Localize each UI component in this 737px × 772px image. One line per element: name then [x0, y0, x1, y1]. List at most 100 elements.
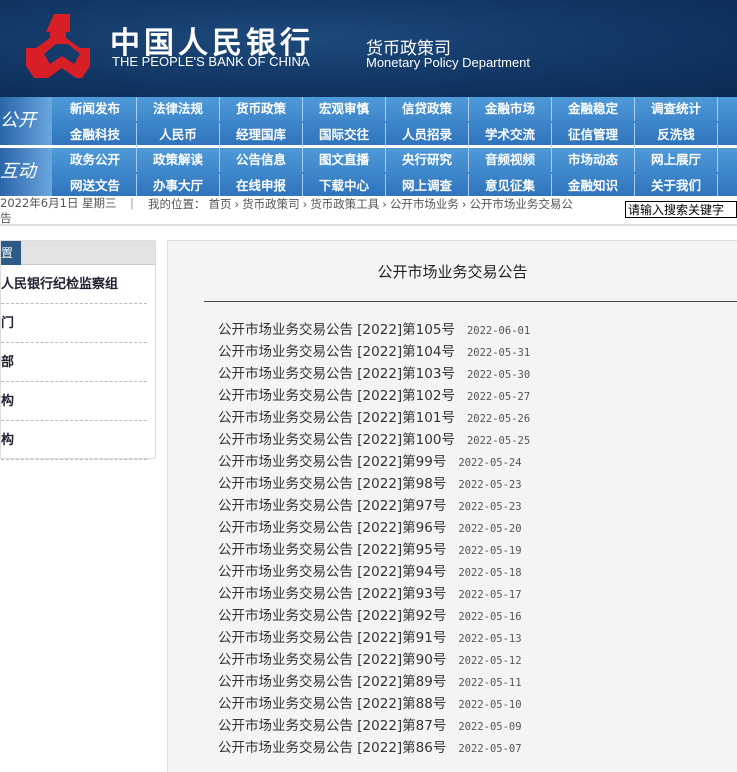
nav-item[interactable]: 金融市场	[469, 97, 552, 121]
announcement-date: 2022-05-23	[458, 501, 522, 513]
nav-item[interactable]: 新闻发布	[54, 97, 137, 121]
list-item[interactable]: 公开市场业务交易公告 [2022]第101号 2022-05-26	[218, 406, 618, 428]
nav-item[interactable]	[718, 174, 737, 198]
nav-item[interactable]: 关于我们	[635, 174, 718, 198]
list-item[interactable]: 公开市场业务交易公告 [2022]第91号 2022-05-13	[218, 626, 618, 648]
announcement-date: 2022-05-11	[458, 677, 522, 689]
nav-item[interactable]	[718, 123, 737, 147]
list-item[interactable]: 公开市场业务交易公告 [2022]第103号 2022-05-30	[218, 362, 618, 384]
nav-item[interactable]: 反洗钱	[635, 123, 718, 147]
nav-item[interactable]: 人民币	[137, 123, 220, 147]
separator: |	[130, 196, 134, 210]
nav-item[interactable]	[718, 148, 737, 172]
nav-item[interactable]: 金融科技	[54, 123, 137, 147]
nav-item[interactable]: 市场动态	[552, 148, 635, 172]
nav-item[interactable]: 货币政策	[220, 97, 303, 121]
list-item[interactable]: 公开市场业务交易公告 [2022]第88号 2022-05-10	[218, 692, 618, 714]
nav-item[interactable]: 法律法规	[137, 97, 220, 121]
nav-item[interactable]: 政务公开	[54, 148, 137, 172]
announcement-date: 2022-05-16	[458, 611, 522, 623]
nav-item[interactable]: 下载中心	[303, 174, 386, 198]
title-divider	[204, 301, 737, 302]
list-item[interactable]: 公开市场业务交易公告 [2022]第102号 2022-05-27	[218, 384, 618, 406]
nav-item[interactable]: 办事大厅	[137, 174, 220, 198]
announcement-link[interactable]: 公开市场业务交易公告 [2022]第100号	[218, 432, 455, 448]
breadcrumb-link[interactable]: 货币政策工具	[310, 197, 379, 211]
announcement-date: 2022-05-30	[466, 369, 531, 381]
announcement-link[interactable]: 公开市场业务交易公告 [2022]第103号	[218, 366, 455, 382]
nav-item[interactable]	[718, 97, 737, 121]
nav-item[interactable]: 央行研究	[386, 148, 469, 172]
announcement-link[interactable]: 公开市场业务交易公告 [2022]第91号	[218, 630, 446, 646]
announcement-link[interactable]: 公开市场业务交易公告 [2022]第92号	[218, 608, 446, 624]
sidebar-item[interactable]: 人民银行纪检监察组	[1, 265, 147, 304]
nav-item[interactable]: 公告信息	[220, 148, 303, 172]
nav-item[interactable]: 国际交往	[303, 123, 386, 147]
nav-item[interactable]: 图文直播	[303, 148, 386, 172]
announcement-link[interactable]: 公开市场业务交易公告 [2022]第93号	[218, 586, 446, 602]
list-item[interactable]: 公开市场业务交易公告 [2022]第89号 2022-05-11	[218, 670, 618, 692]
list-item[interactable]: 公开市场业务交易公告 [2022]第98号 2022-05-23	[218, 472, 618, 494]
nav-item[interactable]: 调查统计	[635, 97, 718, 121]
nav-item[interactable]: 音频视频	[469, 148, 552, 172]
breadcrumb-prefix: 我的位置：	[148, 197, 206, 211]
list-item[interactable]: 公开市场业务交易公告 [2022]第99号 2022-05-24	[218, 450, 618, 472]
announcement-link[interactable]: 公开市场业务交易公告 [2022]第97号	[218, 498, 446, 514]
nav-item[interactable]: 征信管理	[552, 123, 635, 147]
sidebar-item[interactable]: 构	[1, 421, 147, 460]
announcement-link[interactable]: 公开市场业务交易公告 [2022]第95号	[218, 542, 446, 558]
announcement-link[interactable]: 公开市场业务交易公告 [2022]第90号	[218, 652, 446, 668]
announcement-link[interactable]: 公开市场业务交易公告 [2022]第94号	[218, 564, 446, 580]
nav-item[interactable]: 经理国库	[220, 123, 303, 147]
list-item[interactable]: 公开市场业务交易公告 [2022]第97号 2022-05-23	[218, 494, 618, 516]
nav-item[interactable]: 网上展厅	[635, 148, 718, 172]
announcement-link[interactable]: 公开市场业务交易公告 [2022]第99号	[218, 454, 446, 470]
sidebar-item[interactable]: 部	[1, 343, 147, 382]
breadcrumb-link[interactable]: 公开市场业务	[390, 197, 459, 211]
nav-item[interactable]: 学术交流	[469, 123, 552, 147]
list-item[interactable]: 公开市场业务交易公告 [2022]第94号 2022-05-18	[218, 560, 618, 582]
list-item[interactable]: 公开市场业务交易公告 [2022]第90号 2022-05-12	[218, 648, 618, 670]
list-item[interactable]: 公开市场业务交易公告 [2022]第93号 2022-05-17	[218, 582, 618, 604]
announcement-date: 2022-05-13	[458, 633, 522, 645]
breadcrumb-link[interactable]: 公开市场业务交易公	[469, 197, 573, 211]
announcement-link[interactable]: 公开市场业务交易公告 [2022]第86号	[218, 740, 446, 756]
announcement-link[interactable]: 公开市场业务交易公告 [2022]第89号	[218, 674, 446, 690]
list-item[interactable]: 公开市场业务交易公告 [2022]第96号 2022-05-20	[218, 516, 618, 538]
nav-item[interactable]: 人员招录	[386, 123, 469, 147]
announcement-link[interactable]: 公开市场业务交易公告 [2022]第98号	[218, 476, 446, 492]
sidebar-item[interactable]: 构	[1, 382, 147, 421]
search-input[interactable]	[625, 201, 737, 218]
announcement-link[interactable]: 公开市场业务交易公告 [2022]第105号	[218, 322, 455, 338]
nav-item[interactable]: 金融稳定	[552, 97, 635, 121]
sidebar-item[interactable]: 门	[1, 304, 147, 343]
list-item[interactable]: 公开市场业务交易公告 [2022]第92号 2022-05-16	[218, 604, 618, 626]
list-item[interactable]: 公开市场业务交易公告 [2022]第86号 2022-05-07	[218, 736, 618, 758]
list-item[interactable]: 公开市场业务交易公告 [2022]第104号 2022-05-31	[218, 340, 618, 362]
nav-group: 互动 政务公开 政策解读 公告信息 图文直播 央行研究 音频视频 市场动态 网上展厅 网送文告 办事…	[0, 148, 737, 198]
announcement-date: 2022-05-23	[458, 479, 522, 491]
nav-item[interactable]: 宏观审慎	[303, 97, 386, 121]
announcement-date: 2022-05-18	[458, 567, 522, 579]
nav-item[interactable]: 网上调查	[386, 174, 469, 198]
nav-item[interactable]: 在线申报	[220, 174, 303, 198]
announcement-link[interactable]: 公开市场业务交易公告 [2022]第96号	[218, 520, 446, 536]
nav-item[interactable]: 网送文告	[54, 174, 137, 198]
sidebar-tab[interactable]: 置	[1, 241, 21, 265]
announcement-link[interactable]: 公开市场业务交易公告 [2022]第102号	[218, 388, 455, 404]
breadcrumb-link[interactable]: 货币政策司	[242, 197, 300, 211]
list-item[interactable]: 公开市场业务交易公告 [2022]第100号 2022-05-25	[218, 428, 618, 450]
announcement-link[interactable]: 公开市场业务交易公告 [2022]第104号	[218, 344, 455, 360]
announcement-link[interactable]: 公开市场业务交易公告 [2022]第87号	[218, 718, 446, 734]
announcement-link[interactable]: 公开市场业务交易公告 [2022]第88号	[218, 696, 446, 712]
nav-item[interactable]: 政策解读	[137, 148, 220, 172]
nav-item[interactable]: 意见征集	[469, 174, 552, 198]
announcement-date: 2022-05-17	[458, 589, 522, 601]
list-item[interactable]: 公开市场业务交易公告 [2022]第95号 2022-05-19	[218, 538, 618, 560]
nav-item[interactable]: 金融知识	[552, 174, 635, 198]
nav-item[interactable]: 信贷政策	[386, 97, 469, 121]
list-item[interactable]: 公开市场业务交易公告 [2022]第87号 2022-05-09	[218, 714, 618, 736]
breadcrumb-link[interactable]: 首页	[209, 197, 232, 211]
list-item[interactable]: 公开市场业务交易公告 [2022]第105号 2022-06-01	[218, 318, 618, 340]
announcement-link[interactable]: 公开市场业务交易公告 [2022]第101号	[218, 410, 455, 426]
